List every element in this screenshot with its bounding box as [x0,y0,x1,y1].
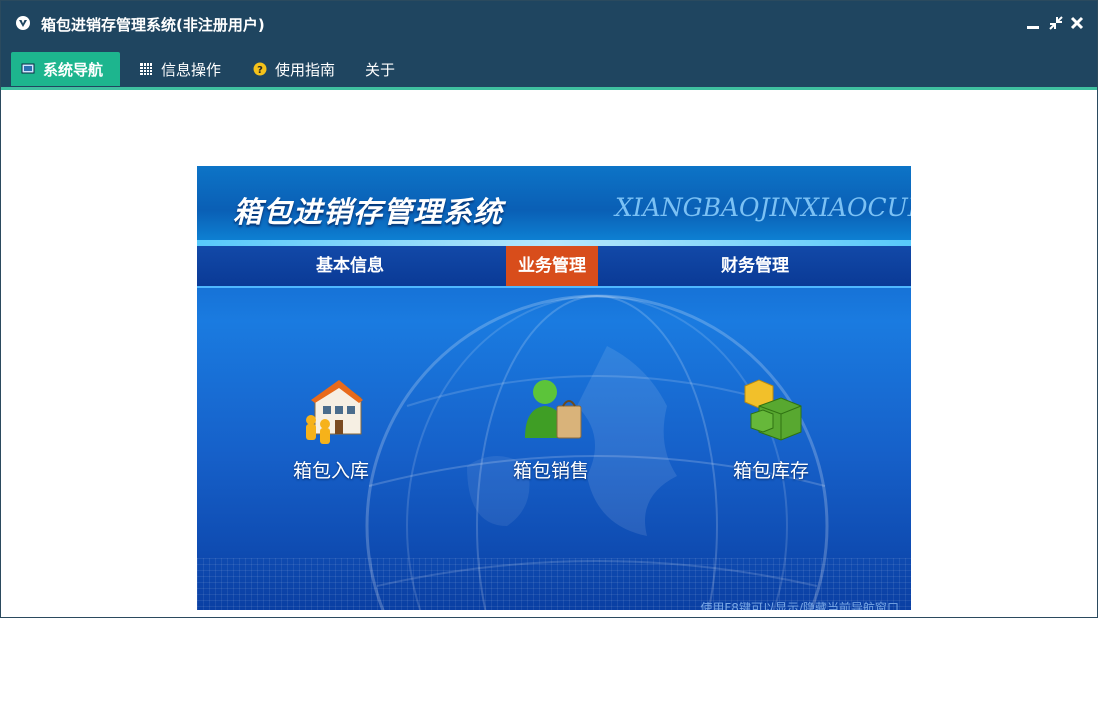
cubes-icon [744,379,802,441]
module-label: 箱包库存 [732,460,809,482]
window-title: 箱包进销存管理系统(非注册用户) [41,16,265,34]
svg-text:?: ? [257,65,263,76]
nav-basic-info[interactable]: 基本信息 [297,246,403,286]
tab-label: 系统导航 [43,60,104,79]
module-stock-in[interactable]: 箱包入库 [271,376,391,486]
minimize-icon [1027,26,1039,29]
tab-info-operations[interactable]: 信息操作 [129,52,231,86]
grid-icon [140,63,152,75]
banner-header: 箱包进销存管理系统 XIANGBAOJINXIAOCUN [197,166,911,246]
banner-nav: 基本信息 业务管理 财务管理 [197,246,911,288]
navigation-hint: 使用F8键可以显示/隐藏当前导航窗口 [700,601,899,610]
monitor-icon [21,63,35,74]
close-icon [1070,16,1084,30]
navigation-banner: 箱包进销存管理系统 XIANGBAOJINXIAOCUN 基本信息 业务管理 财… [197,166,911,610]
module-sales[interactable]: 箱包销售 [491,376,611,486]
tab-user-guide[interactable]: ? 使用指南 [243,52,345,86]
tab-label: 使用指南 [275,60,336,79]
app-logo-icon [16,16,30,30]
tab-label: 关于 [365,60,396,79]
title-bar[interactable]: 箱包进销存管理系统(非注册用户) [1,1,1097,45]
banner-title: 箱包进销存管理系统 [233,195,504,229]
help-icon: ? [253,62,267,76]
banner-pinyin: XIANGBAOJINXIAOCUN [615,193,911,222]
module-inventory[interactable]: 箱包库存 [711,376,831,486]
nav-finance-management[interactable]: 财务管理 [702,246,808,286]
shopper-icon [525,380,582,439]
restore-button[interactable] [1047,13,1065,33]
tab-system-navigation[interactable]: 系统导航 [11,52,120,86]
tab-about[interactable]: 关于 [355,52,405,86]
house-icon [306,380,363,444]
close-button[interactable] [1069,13,1087,33]
tab-label: 信息操作 [161,60,222,79]
restore-icon [1049,16,1063,30]
module-label: 箱包销售 [512,460,589,482]
minimize-button[interactable] [1025,13,1043,33]
module-label: 箱包入库 [292,460,369,482]
nav-business-management[interactable]: 业务管理 [506,246,598,286]
menu-bar: 系统导航 信息操作 ? 使用指南 关于 [1,45,1097,90]
